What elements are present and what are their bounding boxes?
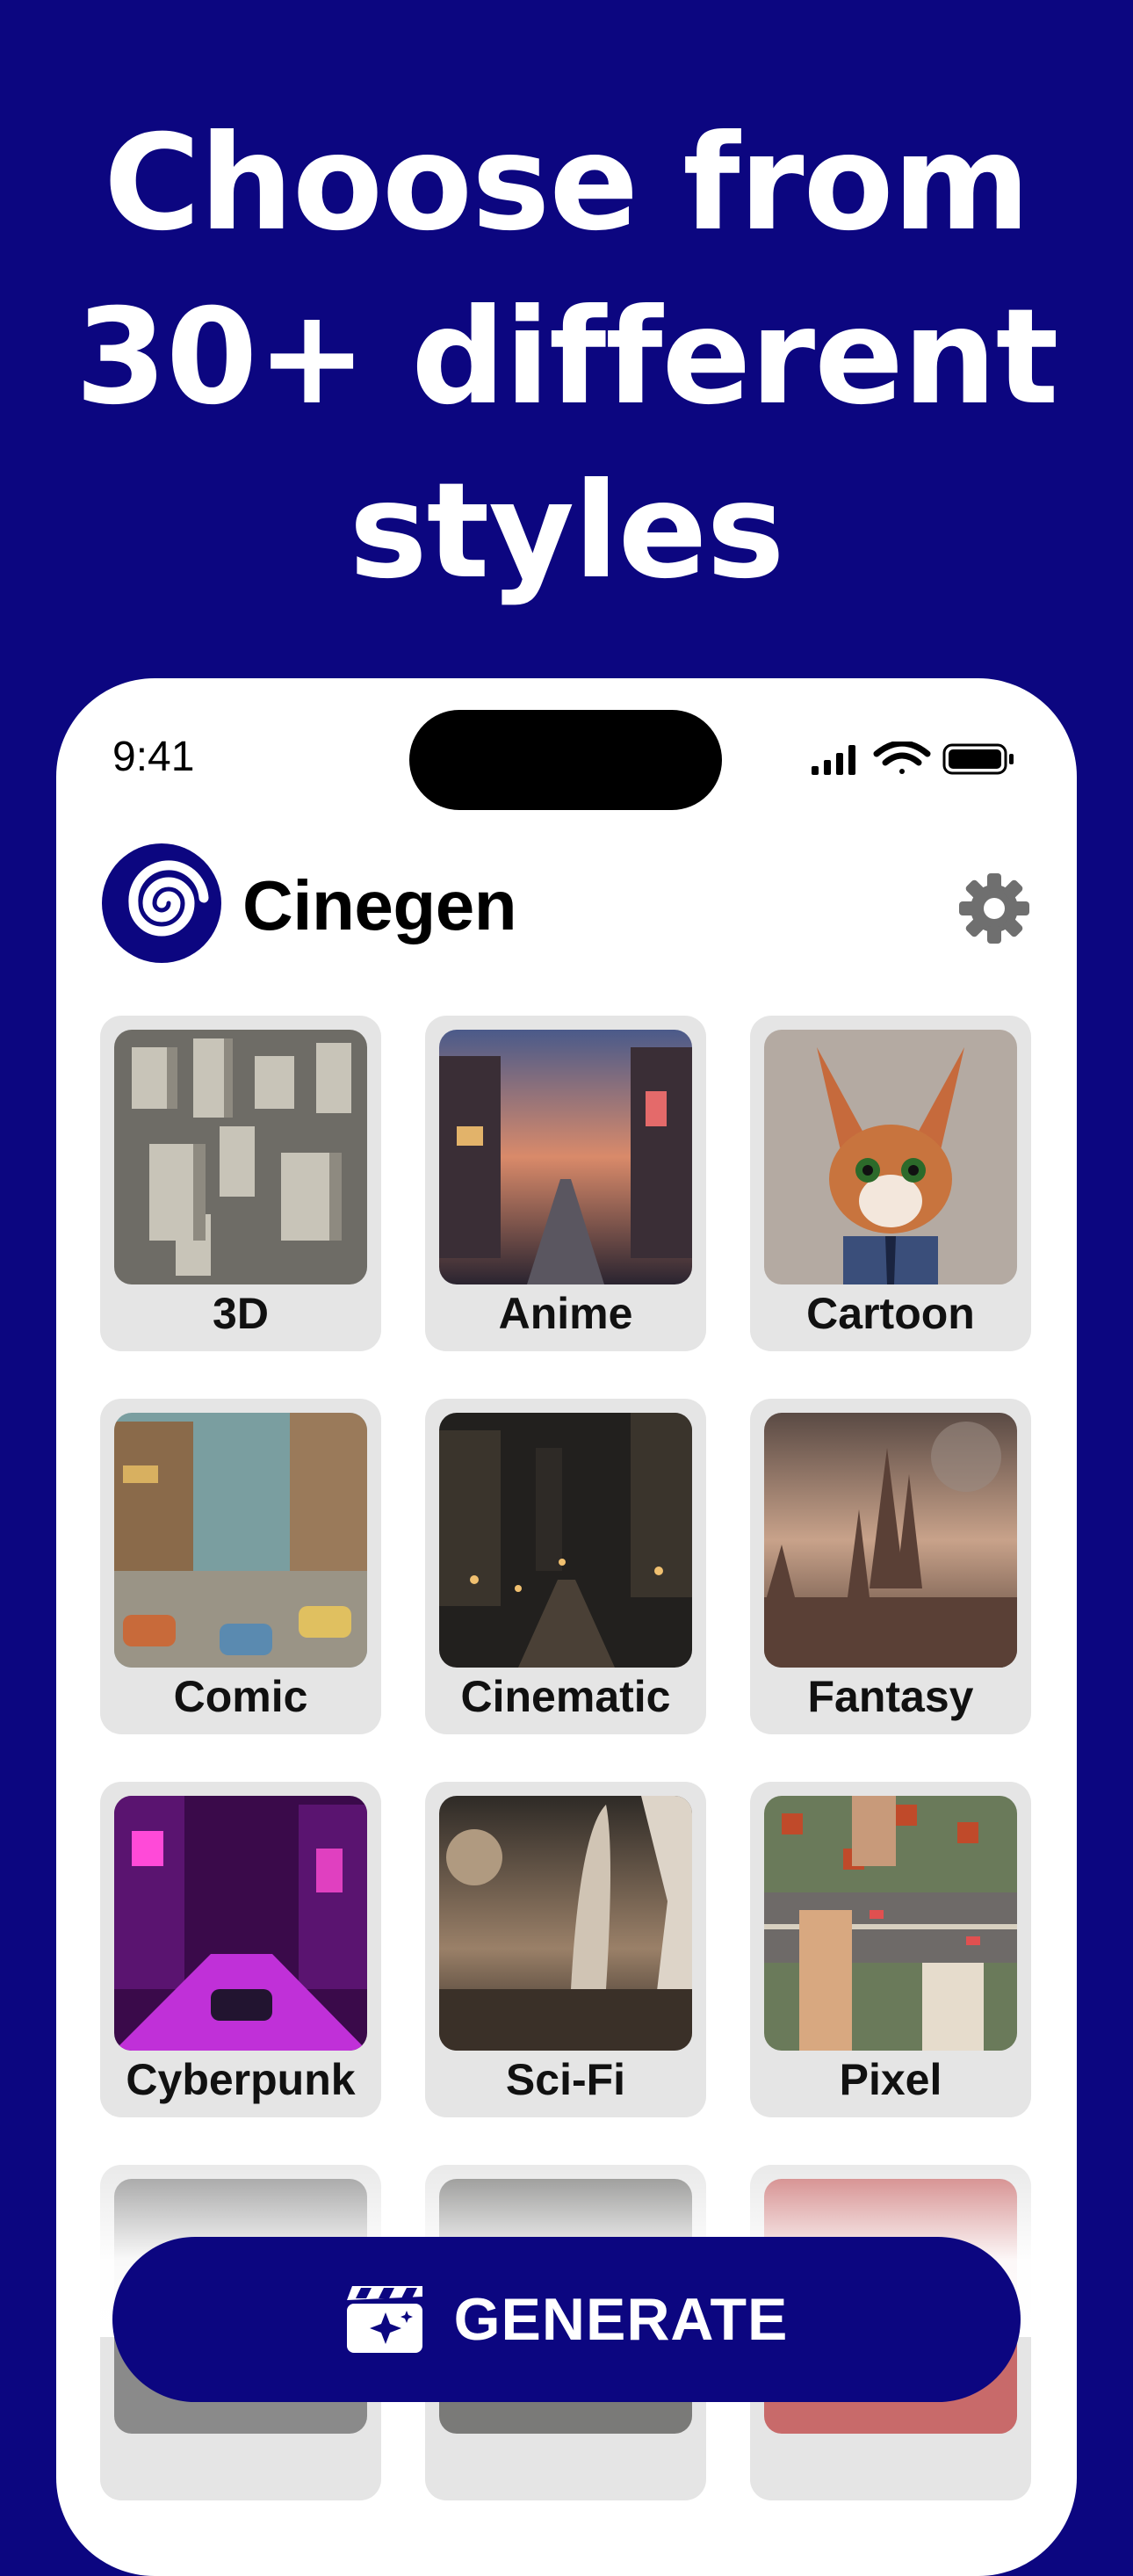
headline-line-3: styles bbox=[349, 455, 784, 608]
style-label: Cartoon bbox=[806, 1289, 975, 1338]
style-label: Cinematic bbox=[460, 1672, 671, 1721]
style-card-cinematic[interactable]: Cinematic bbox=[425, 1399, 706, 1734]
app-name: Cinegen bbox=[242, 866, 517, 944]
style-thumb-cinematic bbox=[439, 1413, 692, 1668]
style-card-pixel[interactable]: Pixel bbox=[750, 1782, 1031, 2117]
status-time: 9:41 bbox=[112, 734, 195, 780]
style-thumb-anime bbox=[439, 1030, 692, 1284]
style-card-cartoon[interactable]: Cartoon bbox=[750, 1016, 1031, 1351]
dynamic-island bbox=[409, 710, 722, 810]
status-icons bbox=[812, 742, 1014, 775]
battery-icon bbox=[942, 743, 1014, 775]
style-label: Pixel bbox=[839, 2055, 942, 2104]
wifi-icon bbox=[873, 742, 931, 774]
clapperboard-sparkle-icon bbox=[346, 2286, 422, 2353]
style-card-fantasy[interactable]: Fantasy bbox=[750, 1399, 1031, 1734]
style-label: Cyberpunk bbox=[126, 2055, 356, 2104]
style-card-comic[interactable]: Comic bbox=[100, 1399, 381, 1734]
style-thumb-cyberpunk bbox=[114, 1796, 367, 2051]
generate-label: GENERATE bbox=[453, 2286, 789, 2353]
style-thumb-3d bbox=[114, 1030, 367, 1284]
headline-line-2: 30+ different bbox=[75, 281, 1059, 434]
cinegen-logo-icon bbox=[102, 843, 221, 963]
style-thumb-sci-fi bbox=[439, 1796, 692, 2051]
style-thumb-pixel bbox=[764, 1796, 1017, 2051]
signal-icon bbox=[812, 745, 855, 775]
promo-headline: Choose from 30+ different styles bbox=[0, 97, 1133, 619]
style-thumb-cartoon bbox=[764, 1030, 1017, 1284]
style-label: Comic bbox=[173, 1672, 308, 1721]
style-thumb-comic bbox=[114, 1413, 367, 1668]
headline-line-1: Choose from bbox=[104, 107, 1030, 260]
style-card-cyberpunk[interactable]: Cyberpunk bbox=[100, 1782, 381, 2117]
style-label: Sci-Fi bbox=[505, 2055, 626, 2104]
style-label: 3D bbox=[213, 1289, 269, 1338]
style-label: Anime bbox=[498, 1289, 633, 1338]
style-card-anime[interactable]: Anime bbox=[425, 1016, 706, 1351]
generate-button[interactable]: GENERATE bbox=[112, 2237, 1021, 2402]
style-card-3d[interactable]: 3D bbox=[100, 1016, 381, 1351]
style-card-sci-fi[interactable]: Sci-Fi bbox=[425, 1782, 706, 2117]
style-grid: 3D Anime Cartoon Comic Cinematic Fantasy… bbox=[100, 1016, 1033, 2500]
style-label: Fantasy bbox=[807, 1672, 974, 1721]
gear-icon[interactable] bbox=[956, 870, 1033, 947]
style-thumb-fantasy bbox=[764, 1413, 1017, 1668]
